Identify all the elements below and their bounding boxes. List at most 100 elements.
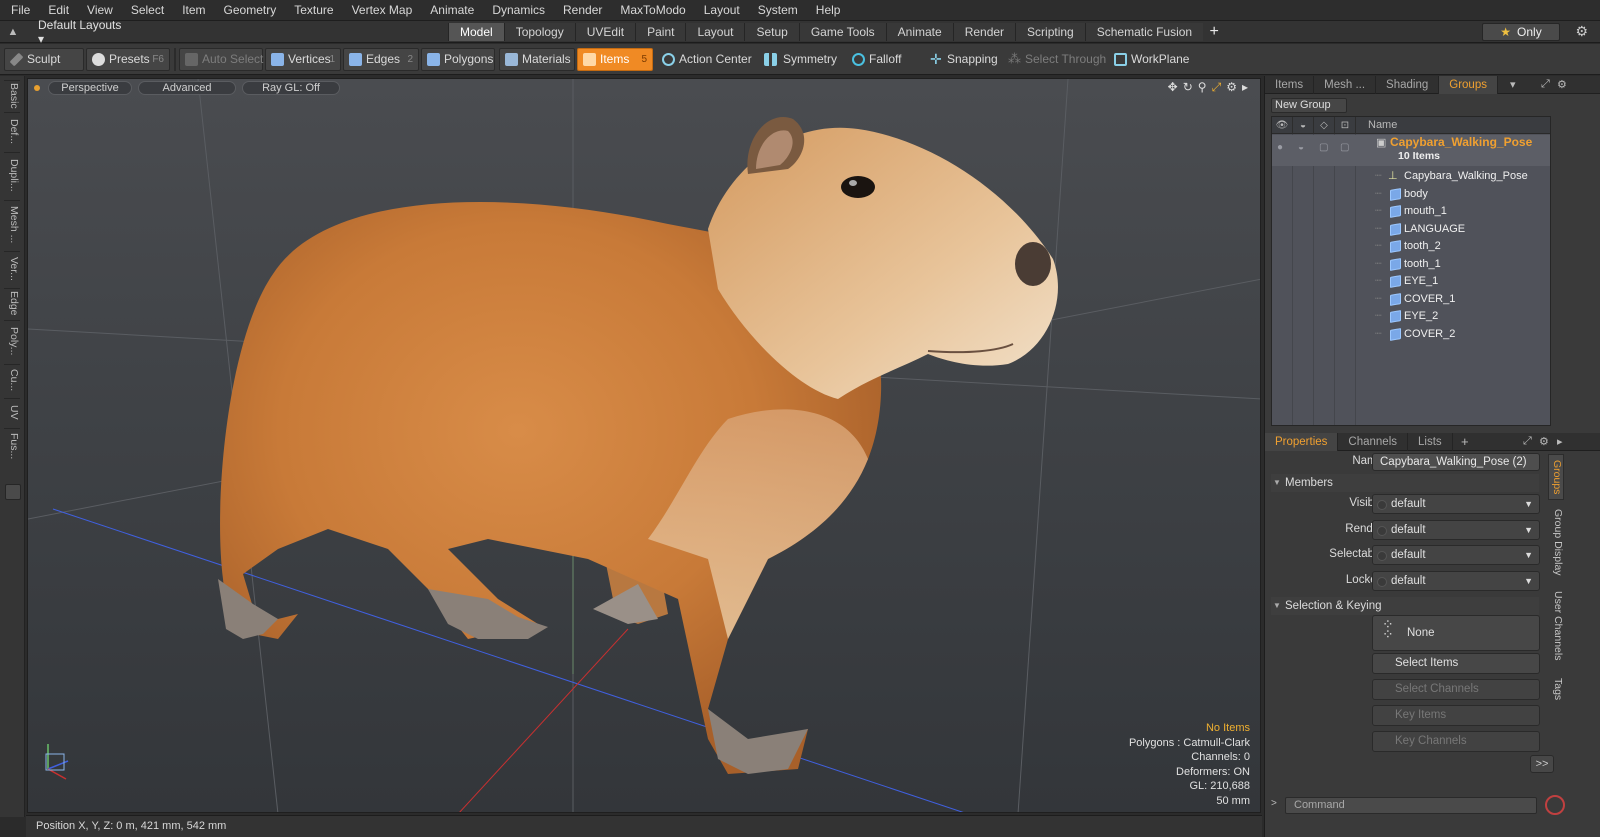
prop-tab-lists[interactable]: Lists bbox=[1408, 432, 1453, 451]
menu-select[interactable]: Select bbox=[122, 0, 173, 21]
only-button[interactable]: ★ Only bbox=[1482, 23, 1560, 41]
pan-icon[interactable]: ✥ bbox=[1168, 80, 1178, 95]
action-center-button[interactable]: Action Center bbox=[656, 48, 752, 71]
none-button[interactable]: ⁘ ⁘ None bbox=[1372, 615, 1540, 651]
selectable-dropdown[interactable]: default ▼ bbox=[1372, 545, 1540, 565]
raygl-toggle[interactable]: Ray GL: Off bbox=[242, 81, 340, 95]
panel-tab-groups[interactable]: Groups bbox=[1439, 75, 1498, 94]
tab-scripting[interactable]: Scripting bbox=[1015, 23, 1085, 41]
locked-dropdown[interactable]: default ▼ bbox=[1372, 570, 1540, 591]
gear-icon[interactable]: ⚙ bbox=[1575, 23, 1588, 40]
key-items-button[interactable]: Key Items bbox=[1372, 705, 1540, 726]
new-group-button[interactable]: New Group bbox=[1271, 98, 1347, 113]
side-tab-groups[interactable]: Groups bbox=[1548, 454, 1564, 500]
left-tab-9[interactable]: Fus... bbox=[4, 428, 20, 464]
shading-dropdown[interactable]: Advanced bbox=[138, 81, 236, 95]
select-column-icon[interactable]: ◇ bbox=[1314, 117, 1335, 134]
selection-keying-section[interactable]: Selection & Keying bbox=[1271, 597, 1539, 615]
expand-icon[interactable]: ⤢ bbox=[1541, 78, 1550, 91]
perspective-dropdown[interactable]: Perspective bbox=[48, 81, 132, 95]
list-item[interactable]: ⊥ ┈ Capybara_Walking_Pose bbox=[1272, 168, 1550, 186]
prop-tab-properties[interactable]: Properties bbox=[1265, 432, 1339, 451]
tab-animate[interactable]: Animate bbox=[885, 23, 953, 41]
sculpt-button[interactable]: Sculpt bbox=[4, 48, 84, 71]
left-tab-2[interactable]: Dupli... bbox=[4, 152, 20, 198]
left-tab-3[interactable]: Mesh ... bbox=[4, 200, 20, 248]
select-channels-button[interactable]: Select Channels bbox=[1372, 679, 1540, 700]
side-tab-group-display[interactable]: Group Display bbox=[1548, 504, 1564, 580]
fit-icon[interactable]: ⤢ bbox=[1212, 80, 1222, 95]
collapse-icon[interactable]: ▲ bbox=[0, 26, 26, 38]
group-visible-icon[interactable]: ● bbox=[1277, 142, 1283, 153]
left-tab-6[interactable]: Poly... bbox=[4, 320, 20, 362]
key-channels-button[interactable]: Key Channels bbox=[1372, 731, 1540, 752]
tab-game-tools[interactable]: Game Tools bbox=[798, 23, 886, 41]
menu-maxtomodo[interactable]: MaxToModo bbox=[611, 0, 694, 21]
command-input[interactable]: Command bbox=[1285, 797, 1537, 814]
group-render-icon[interactable]: ◒ bbox=[1298, 142, 1304, 153]
left-tab-4[interactable]: Ver... bbox=[4, 251, 20, 285]
group-row[interactable]: ● ◒ ▢ ▢ ▣ Capybara_Walking_Pose 10 Items bbox=[1272, 135, 1550, 166]
tab-layout[interactable]: Layout bbox=[685, 23, 745, 41]
left-tab-7[interactable]: Cu... bbox=[4, 364, 20, 396]
edges-button[interactable]: Edges 2 bbox=[343, 48, 419, 71]
polygons-button[interactable]: Polygons bbox=[421, 48, 495, 71]
list-item[interactable]: ┈ EYE_1 bbox=[1272, 273, 1550, 291]
select-items-button[interactable]: Select Items bbox=[1372, 653, 1540, 674]
workplane-button[interactable]: WorkPlane bbox=[1108, 48, 1190, 71]
left-tab-8[interactable]: UV bbox=[4, 398, 20, 426]
symmetry-button[interactable]: Symmetry bbox=[758, 48, 844, 71]
tab-setup[interactable]: Setup bbox=[744, 23, 799, 41]
auto-select-button[interactable]: Auto Select bbox=[179, 48, 263, 71]
menu-render[interactable]: Render bbox=[554, 0, 611, 21]
3d-viewport[interactable]: Perspective Advanced Ray GL: Off ✥ ↻ ⚲ ⤢… bbox=[27, 78, 1261, 813]
items-button[interactable]: Items 5 bbox=[577, 48, 653, 71]
list-item[interactable]: ┈ LANGUAGE bbox=[1272, 221, 1550, 239]
tab-paint[interactable]: Paint bbox=[635, 23, 686, 41]
prop-gear-icon[interactable]: ⚙ bbox=[1539, 435, 1549, 448]
select-through-button[interactable]: ⁂ Select Through bbox=[1002, 48, 1108, 71]
prop-menu-icon[interactable]: ▸ bbox=[1557, 435, 1563, 448]
menu-texture[interactable]: Texture bbox=[285, 0, 342, 21]
layout-dropdown[interactable]: Default Layouts ▾ bbox=[26, 18, 126, 46]
panel-gear-icon[interactable]: ⚙ bbox=[1557, 78, 1567, 91]
tab-uvedit[interactable]: UVEdit bbox=[574, 23, 636, 41]
list-item[interactable]: ┈ tooth_2 bbox=[1272, 238, 1550, 256]
add-prop-tab-icon[interactable]: + bbox=[1461, 434, 1469, 449]
prop-tab-channels[interactable]: Channels bbox=[1338, 432, 1409, 451]
menu-animate[interactable]: Animate bbox=[421, 0, 483, 21]
visibility-column-icon[interactable]: 👁 bbox=[1272, 117, 1293, 134]
lock-column-icon[interactable]: ⊡ bbox=[1335, 117, 1356, 134]
tab-model[interactable]: Model bbox=[448, 23, 504, 41]
record-icon[interactable] bbox=[1545, 795, 1565, 815]
snapping-button[interactable]: ✛ Snapping bbox=[924, 48, 1000, 71]
name-field[interactable]: Capybara_Walking_Pose (2) bbox=[1372, 453, 1540, 471]
menu-system[interactable]: System bbox=[749, 0, 807, 21]
list-item[interactable]: ┈ tooth_1 bbox=[1272, 256, 1550, 274]
left-strip-button[interactable] bbox=[5, 484, 21, 500]
left-tab-5[interactable]: Edge bbox=[4, 288, 20, 318]
tab-topology[interactable]: Topology bbox=[503, 23, 575, 41]
side-tab-tags[interactable]: Tags bbox=[1548, 672, 1564, 706]
vertices-button[interactable]: Vertices 1 bbox=[265, 48, 341, 71]
menu-vertex-map[interactable]: Vertex Map bbox=[343, 0, 422, 21]
left-tab-0[interactable]: Basic bbox=[4, 80, 20, 110]
members-section[interactable]: Members bbox=[1271, 474, 1539, 492]
tab-render[interactable]: Render bbox=[952, 23, 1016, 41]
group-lock-box[interactable]: ▢ bbox=[1340, 142, 1349, 153]
list-item[interactable]: ┈ COVER_2 bbox=[1272, 326, 1550, 344]
viewport-play-icon[interactable]: ▸ bbox=[1242, 80, 1248, 95]
panel-tab-shading[interactable]: Shading bbox=[1376, 75, 1440, 94]
panel-tab-items[interactable]: Items bbox=[1265, 75, 1315, 94]
menu-geometry[interactable]: Geometry bbox=[215, 0, 286, 21]
command-arrow-icon[interactable]: > bbox=[1271, 798, 1277, 809]
tab-schematic-fusion[interactable]: Schematic Fusion bbox=[1084, 23, 1204, 41]
render-dropdown[interactable]: default ▼ bbox=[1372, 519, 1540, 540]
viewport-menu-dot[interactable] bbox=[34, 85, 40, 91]
viewport-gear-icon[interactable]: ⚙ bbox=[1226, 80, 1237, 95]
zoom-icon[interactable]: ⚲ bbox=[1198, 80, 1207, 95]
materials-button[interactable]: Materials bbox=[499, 48, 575, 71]
list-item[interactable]: ┈ EYE_2 bbox=[1272, 308, 1550, 326]
group-select-box[interactable]: ▢ bbox=[1319, 142, 1328, 153]
menu-dynamics[interactable]: Dynamics bbox=[483, 0, 554, 21]
